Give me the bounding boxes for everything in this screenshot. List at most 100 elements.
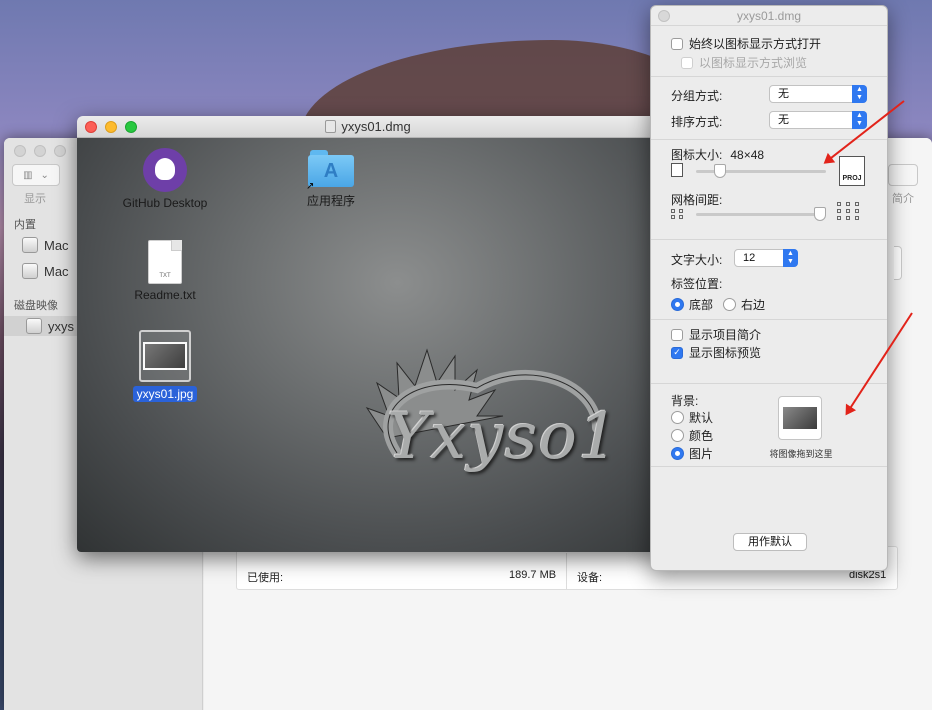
icon-size-slider[interactable] (696, 164, 826, 178)
window-controls (14, 145, 66, 157)
sidebar-item-label: Mac (44, 237, 69, 253)
up-down-chevron-icon: ▲ ▼ (852, 111, 867, 129)
view-label: 显示 (24, 193, 46, 205)
show-item-info-row[interactable]: 显示项目简介 (671, 326, 761, 343)
bg-picture-label: 图片 (689, 447, 714, 461)
background-image-well[interactable] (778, 396, 822, 440)
chevron-down-icon: ⌄ (40, 169, 49, 181)
show-icon-preview-checkbox[interactable]: ✓ (671, 346, 683, 359)
item-label: GitHub Desktop (122, 196, 208, 210)
icon-size-row: 图标大小: 48×48 (671, 146, 764, 163)
minimize-button[interactable] (34, 145, 46, 157)
text-size-select[interactable]: 12 ▲ ▼ (734, 249, 798, 267)
bg-color-row[interactable]: 颜色 (671, 427, 713, 444)
info-label: 简介 (892, 193, 914, 205)
hard-disk-icon (22, 237, 38, 253)
always-open-icon-view-checkbox[interactable] (671, 37, 683, 50)
bg-default-radio[interactable] (671, 411, 684, 424)
sidebar-item-mac-1[interactable]: Mac (22, 235, 69, 255)
browse-icon-view-row: 以图标显示方式浏览 (681, 54, 807, 71)
grid-spacing-label: 网格间距: (671, 193, 723, 207)
drop-image-hint: 将图像拖到这里 (769, 449, 833, 459)
item-label: 应用程序 (306, 194, 355, 208)
view-toggle-button[interactable]: ▥ ⌄ (12, 164, 60, 186)
show-icon-preview-label: 显示图标预览 (689, 346, 762, 360)
use-as-defaults-button[interactable]: 用作默认 (733, 533, 807, 551)
text-document-icon: TXT (148, 240, 182, 284)
finder-content[interactable]: Yxyso1 GitHub Desktop A ↗ 应用程序 TXT Readme… (77, 138, 659, 552)
logo-text: Yxyso1 (387, 400, 620, 474)
jpg-item[interactable]: yxys01.jpg (123, 330, 207, 402)
label-position-label: 标签位置: (671, 277, 723, 291)
bg-color-radio[interactable] (671, 429, 684, 442)
group-by-label: 分组方式: (671, 89, 723, 103)
section-disk-images: 磁盘映像 (14, 300, 58, 312)
tight-grid-icon (671, 209, 685, 219)
always-open-icon-view-label: 始终以图标显示方式打开 (689, 37, 822, 51)
show-item-info-checkbox[interactable] (671, 328, 683, 341)
disk-image-icon (26, 318, 42, 334)
readme-item[interactable]: TXT Readme.txt (123, 240, 207, 302)
sidebar-icon: ▥ (23, 169, 33, 181)
icon-size-value: 48×48 (730, 147, 765, 162)
sidebar-item-label: Mac (44, 263, 69, 279)
close-button[interactable] (85, 121, 97, 133)
bg-picture-radio[interactable] (671, 447, 684, 460)
label-bottom-text: 底部 (689, 298, 714, 312)
image-thumbnail-icon (139, 330, 191, 382)
divider (651, 319, 887, 320)
divider (651, 239, 887, 240)
item-label-selected: yxys01.jpg (132, 386, 198, 402)
slider-thumb[interactable] (714, 164, 726, 178)
zoom-button[interactable] (125, 121, 137, 133)
applications-alias-item[interactable]: A ↗ 应用程序 (291, 150, 371, 209)
close-button[interactable] (658, 10, 670, 22)
divider (651, 466, 887, 467)
bg-default-label: 默认 (689, 411, 714, 425)
window-title: yxys01.dmg (341, 119, 411, 134)
github-desktop-item[interactable]: GitHub Desktop (115, 148, 215, 210)
item-label: Readme.txt (134, 288, 196, 302)
zoom-button[interactable] (54, 145, 66, 157)
label-right-radio[interactable] (723, 298, 737, 311)
show-icon-preview-row[interactable]: ✓ 显示图标预览 (671, 344, 761, 361)
applications-folder-icon: A ↗ (306, 150, 354, 192)
sidebar-item-label: yxys (48, 318, 74, 334)
info-button[interactable] (888, 164, 918, 186)
panel-title: yxys01.dmg (736, 9, 802, 23)
finder-titlebar[interactable]: yxys01.dmg (77, 116, 659, 138)
grid-spacing-slider[interactable] (696, 207, 826, 221)
background-thumbnail (783, 407, 817, 429)
disk-image-icon (325, 120, 337, 133)
always-open-icon-view-row[interactable]: 始终以图标显示方式打开 (671, 35, 821, 52)
background-label: 背景: (671, 394, 699, 408)
small-icon-icon (671, 163, 683, 177)
sidebar-item-mac-2[interactable]: Mac (22, 261, 69, 281)
divider (651, 383, 887, 384)
volume-panel-edge (894, 246, 902, 280)
text-size-label: 文字大小: (671, 253, 723, 267)
panel-titlebar[interactable]: yxys01.dmg (651, 6, 887, 26)
divider (651, 76, 887, 77)
close-button[interactable] (14, 145, 26, 157)
bg-color-label: 颜色 (689, 429, 714, 443)
used-label: 已使用: (247, 572, 284, 584)
sort-by-value: 无 (778, 114, 789, 126)
window-controls (85, 121, 137, 133)
label-position-options: 底部 右边 (671, 296, 765, 313)
sort-by-select[interactable]: 无 ▲ ▼ (769, 111, 867, 129)
group-by-select[interactable]: 无 ▲ ▼ (769, 85, 867, 103)
up-down-chevron-icon: ▲ ▼ (852, 85, 867, 103)
browse-icon-view-checkbox (681, 56, 693, 69)
wide-grid-icon (837, 202, 861, 220)
label-bottom-radio[interactable] (671, 298, 684, 311)
show-item-info-label: 显示项目简介 (689, 328, 762, 342)
label-right-text: 右边 (741, 298, 766, 312)
used-value: 189.7 MB (509, 569, 557, 581)
group-by-value: 无 (778, 88, 789, 100)
slider-thumb[interactable] (814, 207, 826, 221)
bg-picture-row[interactable]: 图片 (671, 445, 713, 462)
bg-default-row[interactable]: 默认 (671, 409, 713, 426)
github-icon (143, 148, 187, 192)
minimize-button[interactable] (105, 121, 117, 133)
